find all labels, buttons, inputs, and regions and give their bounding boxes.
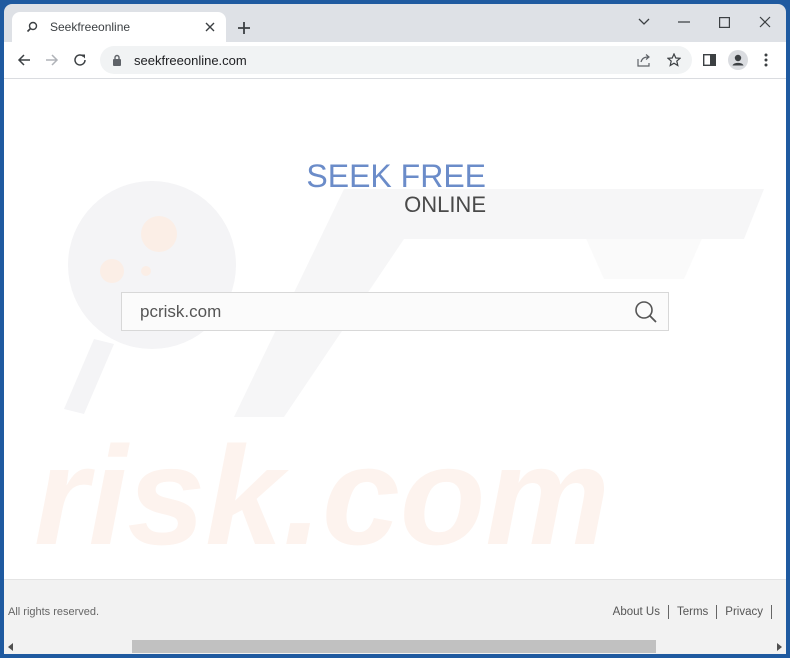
address-bar[interactable]: seekfreeonline.com <box>100 46 692 74</box>
url-text[interactable]: seekfreeonline.com <box>134 53 632 68</box>
browser-toolbar: seekfreeonline.com <box>4 42 786 79</box>
page-content: risk.com SEEK FREE ONLINE <box>4 79 786 579</box>
page-footer: All rights reserved. About Us Terms Priv… <box>4 579 786 642</box>
divider <box>667 605 669 619</box>
logo-line1: SEEK FREE <box>306 158 486 194</box>
new-tab-button[interactable] <box>234 18 254 38</box>
kebab-menu-icon <box>764 53 768 67</box>
profile-icon <box>728 50 748 70</box>
forward-button[interactable] <box>40 48 64 72</box>
close-tab-button[interactable] <box>202 19 218 35</box>
side-panel-button[interactable] <box>697 48 721 72</box>
logo-line2: ONLINE <box>404 192 486 217</box>
copyright-text: All rights reserved. <box>8 606 100 618</box>
close-window-button[interactable] <box>751 10 779 34</box>
search-input[interactable] <box>122 292 628 331</box>
share-button[interactable] <box>632 48 656 72</box>
divider <box>771 605 772 619</box>
footer-link-about-us[interactable]: About Us <box>613 606 660 618</box>
tab-strip: Seekfreeonline <box>4 4 786 42</box>
close-icon <box>759 16 771 28</box>
arrow-right-icon <box>46 54 59 66</box>
reload-icon <box>74 54 86 66</box>
scrollbar-thumb[interactable] <box>132 640 656 653</box>
arrow-left-icon <box>17 54 30 66</box>
tab-search-button[interactable] <box>630 10 658 34</box>
divider <box>716 605 718 619</box>
search-button[interactable] <box>628 294 664 330</box>
maximize-button[interactable] <box>710 10 738 34</box>
profile-button[interactable] <box>726 48 750 72</box>
horizontal-scrollbar[interactable] <box>4 640 786 654</box>
tab-seekfreeonline[interactable]: Seekfreeonline <box>12 12 226 42</box>
minimize-icon <box>678 21 690 23</box>
footer-link-privacy[interactable]: Privacy <box>725 606 763 618</box>
search-icon <box>24 19 40 35</box>
tab-title: Seekfreeonline <box>50 20 131 34</box>
lock-icon[interactable] <box>112 53 124 67</box>
browser-window: Seekfreeonline seekfreeonline.com risk.c… <box>4 4 786 654</box>
minimize-button[interactable] <box>670 10 698 34</box>
search-box <box>121 292 669 331</box>
chevron-down-icon <box>638 18 650 25</box>
footer-links: About Us Terms Privacy <box>613 605 780 619</box>
share-icon <box>636 54 650 67</box>
bookmark-button[interactable] <box>662 48 686 72</box>
side-panel-icon <box>702 54 716 66</box>
browser-menu-button[interactable] <box>754 48 778 72</box>
scroll-left-arrow-icon[interactable] <box>8 643 13 651</box>
maximize-icon <box>718 16 730 28</box>
scroll-right-arrow-icon[interactable] <box>777 643 782 651</box>
back-button[interactable] <box>12 48 36 72</box>
plus-icon <box>238 22 250 34</box>
svg-text:risk.com: risk.com <box>34 417 610 574</box>
site-logo[interactable]: SEEK FREE ONLINE <box>304 159 486 217</box>
reload-button[interactable] <box>68 48 92 72</box>
star-icon <box>667 53 681 67</box>
search-icon <box>635 300 657 323</box>
footer-link-terms[interactable]: Terms <box>677 606 708 618</box>
